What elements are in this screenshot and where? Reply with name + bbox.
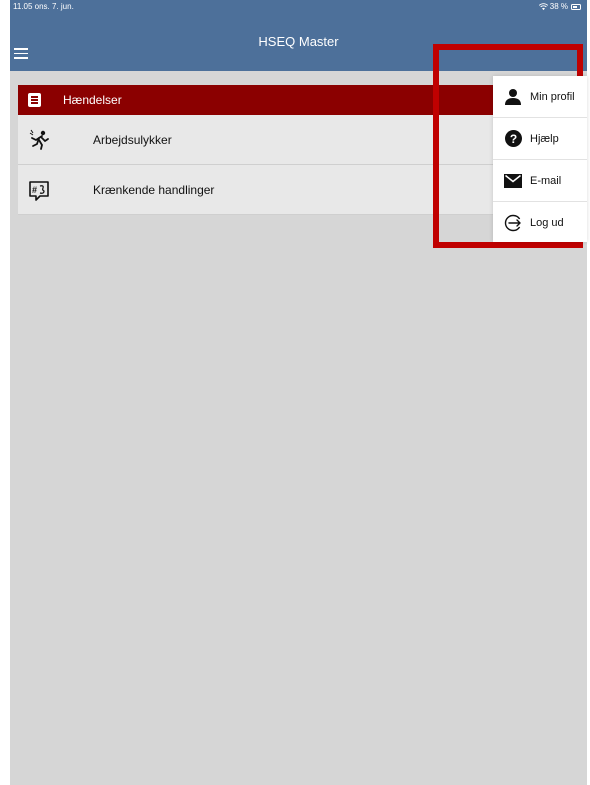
logout-icon bbox=[504, 214, 522, 232]
user-dropdown-menu: Min profil ? Hjælp E-mail Log ud bbox=[493, 76, 587, 242]
svg-text:#: # bbox=[32, 185, 37, 195]
menu-item-label: Min profil bbox=[530, 90, 575, 103]
list-item-label: Krænkende handlinger bbox=[93, 182, 215, 197]
menu-item-min-profil[interactable]: Min profil bbox=[493, 76, 587, 118]
svg-text:?: ? bbox=[509, 132, 516, 146]
list-item-label: Arbejdsulykker bbox=[93, 132, 172, 147]
nav-bar: HSEQ Master bbox=[10, 14, 587, 71]
falling-person-icon bbox=[29, 129, 49, 150]
status-bar: 11.05 ons. 7. jun. 38 % bbox=[10, 0, 587, 14]
menu-item-label: E-mail bbox=[530, 174, 562, 187]
section-title: Hændelser bbox=[63, 93, 122, 107]
status-indicators: 38 % bbox=[538, 0, 581, 14]
hashtag-chat-icon: # bbox=[29, 181, 49, 201]
menu-item-label: Hjælp bbox=[530, 132, 559, 145]
menu-item-e-mail[interactable]: E-mail bbox=[493, 160, 587, 202]
battery-icon bbox=[571, 4, 581, 10]
hamburger-menu-icon[interactable] bbox=[14, 48, 28, 59]
person-icon bbox=[504, 88, 522, 106]
wifi-icon bbox=[538, 3, 548, 11]
document-icon bbox=[28, 93, 41, 107]
menu-item-log-ud[interactable]: Log ud bbox=[493, 202, 587, 243]
help-icon: ? bbox=[504, 130, 522, 148]
menu-item-label: Log ud bbox=[530, 216, 564, 229]
status-time: 11.05 ons. 7. jun. bbox=[13, 2, 74, 11]
battery-percent: 38 % bbox=[549, 2, 568, 11]
menu-item-hjaelp[interactable]: ? Hjælp bbox=[493, 118, 587, 160]
page-title: HSEQ Master bbox=[258, 34, 339, 49]
mail-icon bbox=[504, 172, 522, 190]
